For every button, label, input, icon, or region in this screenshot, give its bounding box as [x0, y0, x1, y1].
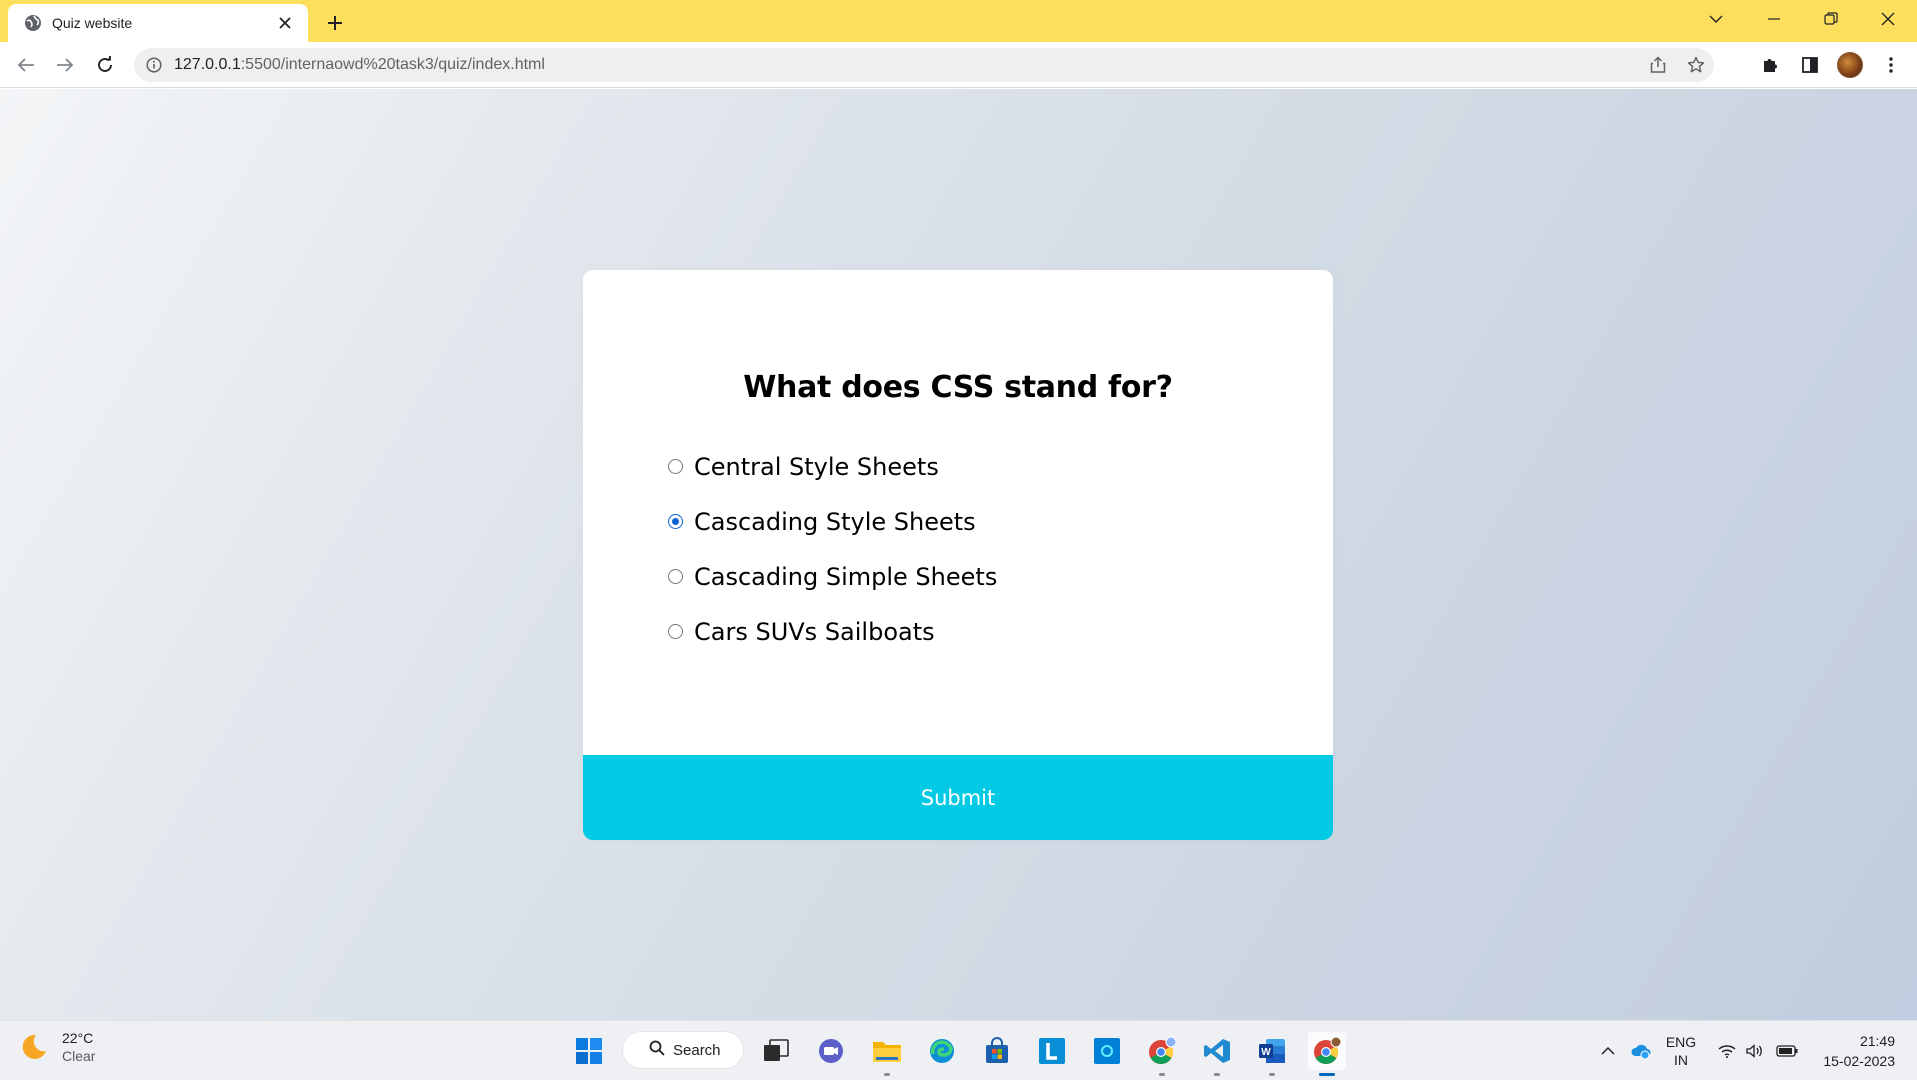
taskbar-clock[interactable]: 21:49 15-02-2023: [1823, 1031, 1895, 1071]
task-view-icon[interactable]: [757, 1032, 795, 1070]
weather-text: 22°C Clear: [62, 1029, 95, 1065]
weather-widget[interactable]: 22°C Clear: [18, 1029, 95, 1065]
battery-icon[interactable]: [1772, 1021, 1802, 1080]
star-icon[interactable]: [1680, 49, 1712, 81]
clock-time: 21:49: [1859, 1033, 1895, 1049]
active-indicator: [1319, 1073, 1335, 1076]
url-text: 127.0.0.1:5500/internaowd%20task3/quiz/i…: [174, 56, 545, 74]
quiz-header: What does CSS stand for? Central Style S…: [583, 270, 1333, 659]
submit-button[interactable]: Submit: [583, 755, 1333, 840]
weather-temp: 22°C: [62, 1030, 94, 1046]
file-explorer-icon[interactable]: [868, 1032, 906, 1076]
plus-icon[interactable]: [320, 8, 350, 38]
side-panel-icon[interactable]: [1794, 49, 1826, 81]
tab-strip: Quiz website: [0, 0, 1917, 42]
globe-icon: [24, 14, 42, 32]
minimize-icon[interactable]: [1746, 0, 1802, 38]
answer-option-d[interactable]: Cars SUVs Sailboats: [668, 604, 1273, 659]
url-path: :5500/internaowd%20task3/quiz/index.html: [240, 56, 545, 73]
running-indicator: [884, 1073, 890, 1076]
running-indicator: [1214, 1073, 1220, 1076]
profile-avatar[interactable]: [1834, 49, 1866, 81]
start-icon[interactable]: [570, 1032, 608, 1070]
url-host: 127.0.0.1: [174, 56, 241, 73]
language-line-1: ENG: [1665, 1034, 1697, 1050]
vscode-icon[interactable]: [1198, 1032, 1236, 1076]
info-icon[interactable]: [134, 48, 174, 82]
volume-icon[interactable]: [1742, 1021, 1768, 1080]
forward-arrow-icon[interactable]: [49, 49, 81, 81]
page-viewport: What does CSS stand for? Central Style S…: [0, 89, 1917, 1020]
microsoft-store-icon[interactable]: [978, 1032, 1016, 1070]
answer-radio-b[interactable]: [668, 514, 683, 529]
running-indicator: [1159, 1073, 1165, 1076]
answer-option-b[interactable]: Cascading Style Sheets: [668, 494, 1273, 549]
tab-title: Quiz website: [52, 15, 133, 31]
kebab-menu-icon[interactable]: [1875, 49, 1907, 81]
word-icon[interactable]: W: [1253, 1032, 1291, 1076]
share-icon[interactable]: [1642, 49, 1674, 81]
language-indicator[interactable]: ENG IN: [1660, 1021, 1702, 1080]
taskbar: 22°C Clear Search W ENG IN 21:49 15-02-2…: [0, 1020, 1917, 1080]
clock-date: 15-02-2023: [1823, 1053, 1895, 1069]
browser-tab[interactable]: Quiz website: [8, 4, 308, 42]
taskbar-search[interactable]: Search: [622, 1031, 744, 1069]
chrome-profile-icon[interactable]: [1143, 1032, 1181, 1076]
search-label: Search: [673, 1041, 721, 1059]
onedrive-sync-icon[interactable]: [1626, 1021, 1656, 1080]
moon-icon: [18, 1031, 50, 1063]
answer-radio-a[interactable]: [668, 459, 683, 474]
close-window-icon[interactable]: [1860, 0, 1916, 38]
quiz-card: What does CSS stand for? Central Style S…: [583, 270, 1333, 840]
blue-square-app-icon[interactable]: [1088, 1032, 1126, 1070]
answer-option-a[interactable]: Central Style Sheets: [668, 439, 1273, 494]
running-indicator: [1269, 1073, 1275, 1076]
search-icon: [649, 1040, 665, 1060]
back-arrow-icon[interactable]: [10, 49, 42, 81]
reload-icon[interactable]: [89, 49, 121, 81]
address-bar[interactable]: 127.0.0.1:5500/internaowd%20task3/quiz/i…: [134, 48, 1714, 82]
chevron-down-icon[interactable]: [1688, 0, 1744, 38]
answer-radio-c[interactable]: [668, 569, 683, 584]
language-line-2: IN: [1674, 1052, 1688, 1068]
close-tab-icon[interactable]: [274, 12, 296, 34]
answer-list: Central Style Sheets Cascading Style She…: [643, 439, 1273, 659]
puzzle-icon[interactable]: [1754, 49, 1786, 81]
answer-label-c[interactable]: Cascading Simple Sheets: [694, 563, 997, 591]
quiz-question: What does CSS stand for?: [743, 370, 1173, 405]
answer-radio-d[interactable]: [668, 624, 683, 639]
weather-condition: Clear: [62, 1048, 96, 1064]
chrome-icon[interactable]: [1308, 1032, 1346, 1076]
restore-icon[interactable]: [1803, 0, 1859, 38]
answer-option-c[interactable]: Cascading Simple Sheets: [668, 549, 1273, 604]
answer-label-d[interactable]: Cars SUVs Sailboats: [694, 618, 935, 646]
wifi-icon[interactable]: [1714, 1021, 1740, 1080]
avatar: [1837, 52, 1863, 78]
chevron-up-icon[interactable]: [1596, 1021, 1620, 1080]
answer-label-a[interactable]: Central Style Sheets: [694, 453, 939, 481]
edge-icon[interactable]: [923, 1032, 961, 1070]
browser-toolbar: 127.0.0.1:5500/internaowd%20task3/quiz/i…: [0, 42, 1917, 88]
teams-chat-icon[interactable]: [812, 1032, 850, 1070]
l-app-icon[interactable]: [1033, 1032, 1071, 1070]
answer-label-b[interactable]: Cascading Style Sheets: [694, 508, 976, 536]
svg-text:W: W: [1261, 1047, 1271, 1058]
